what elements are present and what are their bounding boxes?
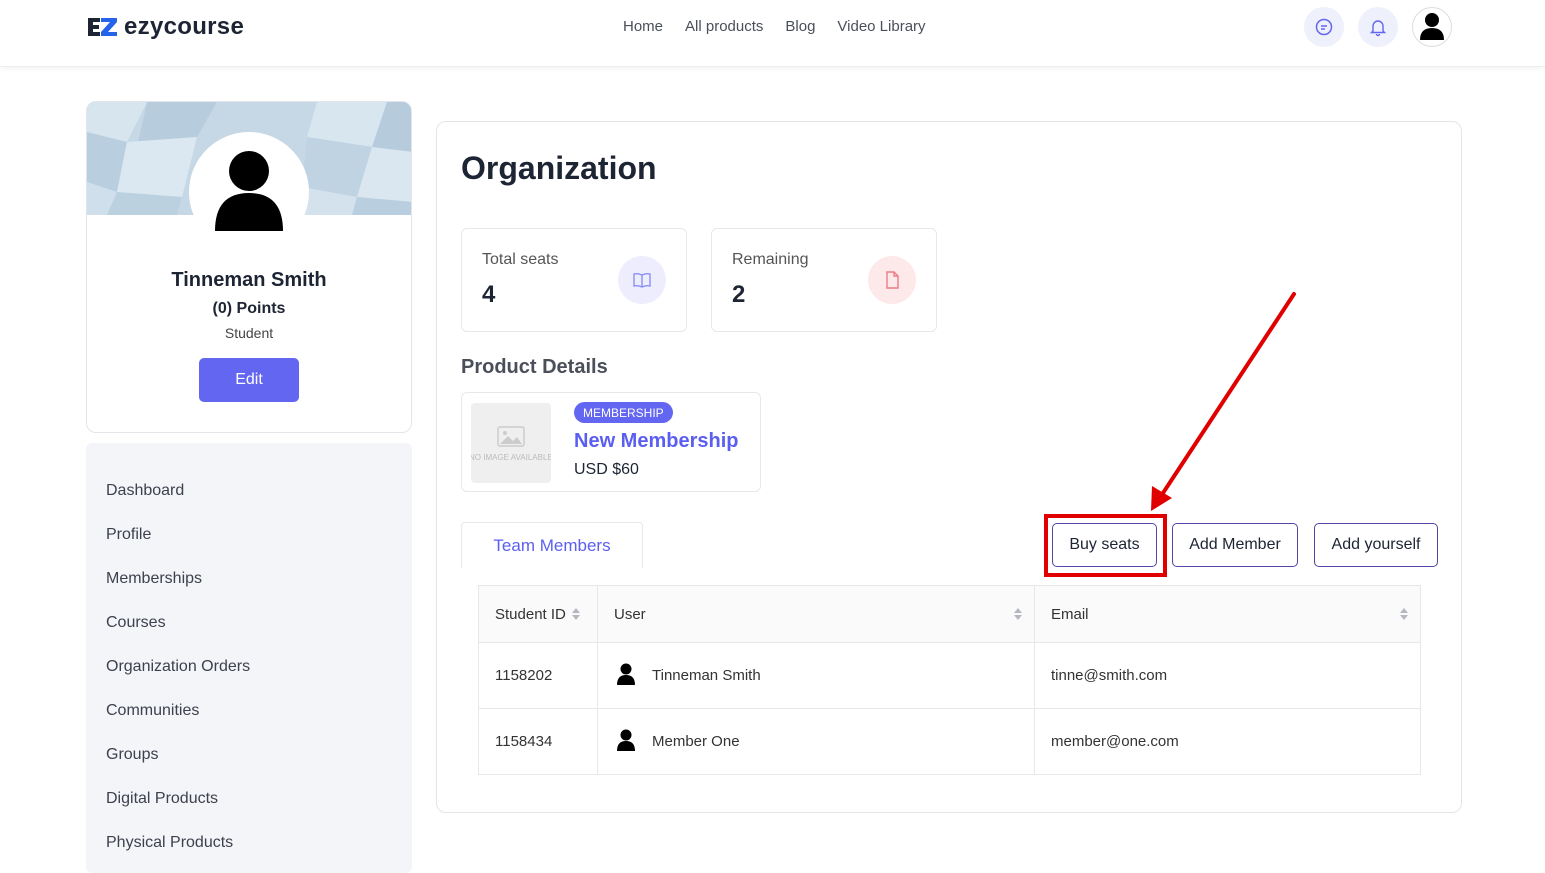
table-header-row: Student ID User Email	[479, 586, 1420, 643]
stat-label: Remaining	[732, 251, 809, 268]
user-cell: Tinneman Smith	[598, 643, 1035, 708]
profile-points: (0) Points	[212, 300, 286, 317]
document-icon	[868, 256, 916, 304]
total-seats-card: Total seats 4	[461, 228, 687, 332]
organization-panel: Organization Total seats 4 Remaining 2 P…	[436, 121, 1462, 813]
sidebar-item-memberships[interactable]: Memberships	[86, 557, 412, 601]
notifications-button[interactable]	[1358, 7, 1398, 47]
profile-card: Tinneman Smith (0) Points Student Edit	[86, 101, 412, 433]
team-members-table: Student ID User Email 1158202 Tinneman S…	[478, 585, 1421, 775]
ez-logo-icon	[86, 14, 118, 40]
sidebar-item-dashboard[interactable]: Dashboard	[86, 469, 412, 513]
sidebar-menu: Dashboard Profile Memberships Courses Or…	[86, 443, 412, 873]
column-header-user[interactable]: User	[598, 586, 1035, 642]
user-avatar-button[interactable]	[1412, 7, 1452, 47]
bell-icon	[1369, 20, 1387, 37]
product-thumbnail: NO IMAGE AVAILABLE	[471, 403, 551, 483]
no-image-text: NO IMAGE AVAILABLE	[471, 453, 551, 462]
sidebar-item-courses[interactable]: Courses	[86, 601, 412, 645]
product-details-heading: Product Details	[461, 356, 608, 378]
sort-icon[interactable]	[1014, 608, 1022, 620]
product-card[interactable]: NO IMAGE AVAILABLE MEMBERSHIP New Member…	[461, 392, 761, 492]
stat-label: Total seats	[482, 251, 559, 268]
add-yourself-button[interactable]: Add yourself	[1314, 523, 1438, 567]
user-avatar-icon	[614, 728, 638, 756]
student-id-cell: 1158202	[479, 643, 598, 708]
sort-icon[interactable]	[1400, 608, 1408, 620]
sidebar-item-organization-orders[interactable]: Organization Orders	[86, 645, 412, 689]
book-icon	[618, 256, 666, 304]
sidebar-item-groups[interactable]: Groups	[86, 733, 412, 777]
edit-profile-button[interactable]: Edit	[199, 358, 299, 402]
sort-icon[interactable]	[571, 608, 580, 620]
page-title: Organization	[461, 150, 657, 186]
nav-blog[interactable]: Blog	[785, 18, 815, 35]
email-cell: tinne@smith.com	[1051, 667, 1168, 684]
table-row: 1158202 Tinneman Smith tinne@smith.com	[479, 643, 1420, 709]
column-header-label: User	[614, 605, 646, 623]
stat-value: 4	[482, 281, 496, 308]
tab-team-members[interactable]: Team Members	[461, 522, 643, 568]
profile-avatar	[189, 132, 309, 252]
table-row: 1158434 Member One member@one.com	[479, 709, 1420, 774]
brand-logo[interactable]: ezycourse	[86, 13, 244, 41]
sidebar-item-physical-products[interactable]: Physical Products	[86, 821, 412, 865]
brand-name: ezycourse	[124, 13, 245, 40]
column-header-student-id[interactable]: Student ID	[479, 586, 598, 642]
chat-icon	[1315, 18, 1333, 36]
student-id-cell: 1158434	[479, 709, 598, 774]
membership-badge: MEMBERSHIP	[574, 402, 673, 423]
product-name[interactable]: New Membership	[574, 430, 738, 453]
header-actions	[1304, 7, 1452, 47]
email-cell: member@one.com	[1051, 733, 1179, 750]
stat-value: 2	[732, 281, 746, 308]
main-nav: Home All products Blog Video Library	[623, 18, 926, 35]
product-price: USD $60	[574, 461, 639, 478]
sidebar-item-digital-products[interactable]: Digital Products	[86, 777, 412, 821]
user-cell: Member One	[598, 709, 1035, 774]
chat-button[interactable]	[1304, 7, 1344, 47]
user-name: Member One	[652, 733, 740, 750]
user-avatar-icon	[1420, 13, 1444, 40]
nav-video-library[interactable]: Video Library	[837, 18, 925, 35]
profile-name: Tinneman Smith	[171, 269, 327, 291]
user-silhouette-icon	[215, 151, 283, 231]
sidebar-item-communities[interactable]: Communities	[86, 689, 412, 733]
top-navbar: ezycourse Home All products Blog Video L…	[0, 0, 1545, 67]
user-avatar-icon	[614, 662, 638, 690]
image-placeholder-icon	[497, 426, 525, 447]
add-member-button[interactable]: Add Member	[1172, 523, 1298, 567]
column-header-email[interactable]: Email	[1035, 586, 1420, 642]
nav-home[interactable]: Home	[623, 18, 663, 35]
user-name: Tinneman Smith	[652, 667, 761, 684]
column-header-label: Student ID	[495, 605, 566, 623]
buy-seats-highlight-box	[1044, 514, 1167, 577]
nav-all-products[interactable]: All products	[685, 18, 763, 35]
remaining-seats-card: Remaining 2	[711, 228, 937, 332]
profile-role: Student	[224, 325, 274, 341]
column-header-label: Email	[1051, 605, 1089, 623]
sidebar-item-profile[interactable]: Profile	[86, 513, 412, 557]
